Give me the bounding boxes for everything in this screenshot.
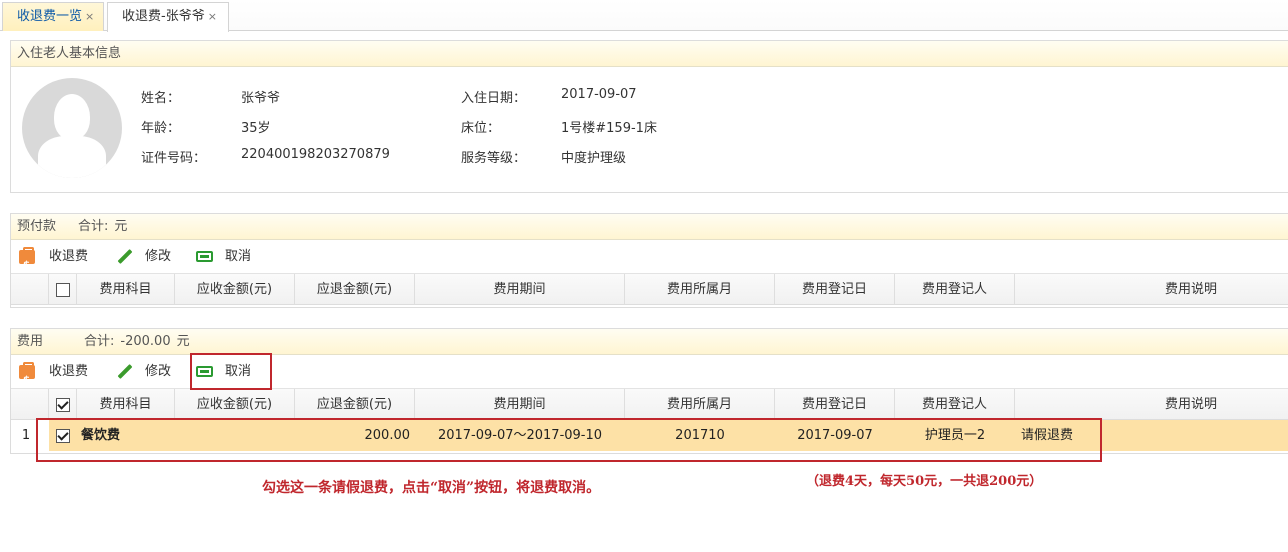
money-bag-icon <box>19 246 35 283</box>
service-level-value: 中度护理级 <box>561 151 627 166</box>
tab-bar: 收退费一览 × 收退费-张爷爷 × <box>0 0 1288 32</box>
pencil-icon <box>117 364 133 380</box>
bed-label: 床位： <box>461 121 501 136</box>
prepaid-total-unit: 元 <box>114 219 128 234</box>
col-description[interactable]: 费用说明 <box>1015 389 1288 420</box>
close-icon[interactable]: × <box>208 10 217 23</box>
age-value: 35岁 <box>241 121 271 136</box>
cancel-button[interactable]: 取消 <box>196 240 251 274</box>
name-value: 张爷爷 <box>241 91 281 106</box>
prepaid-header: 预付款 合计: 元 <box>11 214 1288 240</box>
tab-fee-zhang[interactable]: 收退费-张爷爷 × <box>107 2 229 32</box>
col-receivable[interactable]: 应收金额(元) <box>175 274 295 305</box>
col-item[interactable]: 费用科目 <box>77 389 175 420</box>
col-registrant[interactable]: 费用登记人 <box>895 389 1015 420</box>
cancel-button-highlight <box>190 353 272 390</box>
id-number-value: 220400198203270879 <box>241 147 390 162</box>
prepaid-total-label: 合计: <box>78 219 109 234</box>
col-reg-date[interactable]: 费用登记日 <box>775 389 895 420</box>
selected-row-highlight <box>36 418 1102 462</box>
checkin-date-value: 2017-09-07 <box>561 87 637 102</box>
resident-info-panel: 入住老人基本信息 姓名： 张爷爷 年龄： 35岁 证件号码： 220400198… <box>10 40 1288 193</box>
edit-label: 修改 <box>145 249 172 264</box>
refund-detail-note: （退费4天，每天50元，一共退200元） <box>806 474 1043 489</box>
pencil-icon <box>117 249 133 265</box>
row-number-header <box>11 389 49 420</box>
prepaid-grid-header: 费用科目 应收金额(元) 应退金额(元) 费用期间 费用所属月 费用登记日 费用… <box>11 274 1288 305</box>
prepaid-toolbar: 收退费 修改 取消 <box>11 240 1288 283</box>
tab-fee-overview[interactable]: 收退费一览 × <box>2 2 104 31</box>
panel-title: 入住老人基本信息 <box>11 41 1288 67</box>
col-month[interactable]: 费用所属月 <box>625 389 775 420</box>
cancel-label: 取消 <box>225 249 252 264</box>
id-number-label: 证件号码： <box>141 151 207 166</box>
age-label: 年龄： <box>141 121 181 136</box>
avatar <box>22 78 122 178</box>
fees-grid-header: 费用科目 应收金额(元) 应退金额(元) 费用期间 费用所属月 费用登记日 费用… <box>11 389 1288 420</box>
col-refund[interactable]: 应退金额(元) <box>295 389 415 420</box>
edit-label: 修改 <box>145 364 172 379</box>
checkin-date-label: 入住日期： <box>461 91 527 106</box>
edit-button[interactable]: 修改 <box>117 355 171 389</box>
charge-button[interactable]: 收退费 <box>19 240 89 283</box>
fees-total-unit: 元 <box>176 334 190 349</box>
cancel-icon <box>196 251 213 262</box>
tab-label: 收退费一览 <box>17 9 83 24</box>
bed-value: 1号楼#159-1床 <box>561 121 657 136</box>
fees-total-value: -200.00 <box>120 334 171 349</box>
select-all-checkbox[interactable] <box>55 397 70 412</box>
avatar-head-shape <box>54 94 90 140</box>
fees-total-label: 合计: <box>84 334 115 349</box>
fees-title: 费用 <box>17 334 44 349</box>
col-receivable[interactable]: 应收金额(元) <box>175 389 295 420</box>
prepaid-panel: 预付款 合计: 元 收退费 修改 取消 费用科目 应收金额(元) 应退金额(元) 费… <box>10 213 1288 308</box>
fees-header: 费用 合计: -200.00 元 <box>11 329 1288 355</box>
col-month[interactable]: 费用所属月 <box>625 274 775 305</box>
prepaid-title: 预付款 <box>17 219 57 234</box>
col-registrant[interactable]: 费用登记人 <box>895 274 1015 305</box>
select-all-checkbox[interactable] <box>55 282 70 297</box>
charge-label: 收退费 <box>49 364 89 379</box>
name-label: 姓名： <box>141 91 181 106</box>
row-number-header <box>11 274 49 305</box>
col-reg-date[interactable]: 费用登记日 <box>775 274 895 305</box>
close-icon[interactable]: × <box>85 10 94 23</box>
tab-label: 收退费-张爷爷 <box>122 9 205 24</box>
col-refund[interactable]: 应退金额(元) <box>295 274 415 305</box>
select-all-cell <box>49 274 77 305</box>
edit-button[interactable]: 修改 <box>117 240 171 274</box>
money-bag-icon <box>19 361 35 398</box>
charge-button[interactable]: 收退费 <box>19 355 89 398</box>
charge-label: 收退费 <box>49 249 89 264</box>
col-item[interactable]: 费用科目 <box>77 274 175 305</box>
select-all-cell <box>49 389 77 420</box>
col-description[interactable]: 费用说明 <box>1015 274 1288 305</box>
service-level-label: 服务等级： <box>461 151 527 166</box>
col-period[interactable]: 费用期间 <box>415 389 625 420</box>
col-period[interactable]: 费用期间 <box>415 274 625 305</box>
instruction-note: 勾选这一条请假退费，点击“取消”按钮，将退费取消。 <box>262 480 601 496</box>
avatar-body-shape <box>38 136 106 178</box>
